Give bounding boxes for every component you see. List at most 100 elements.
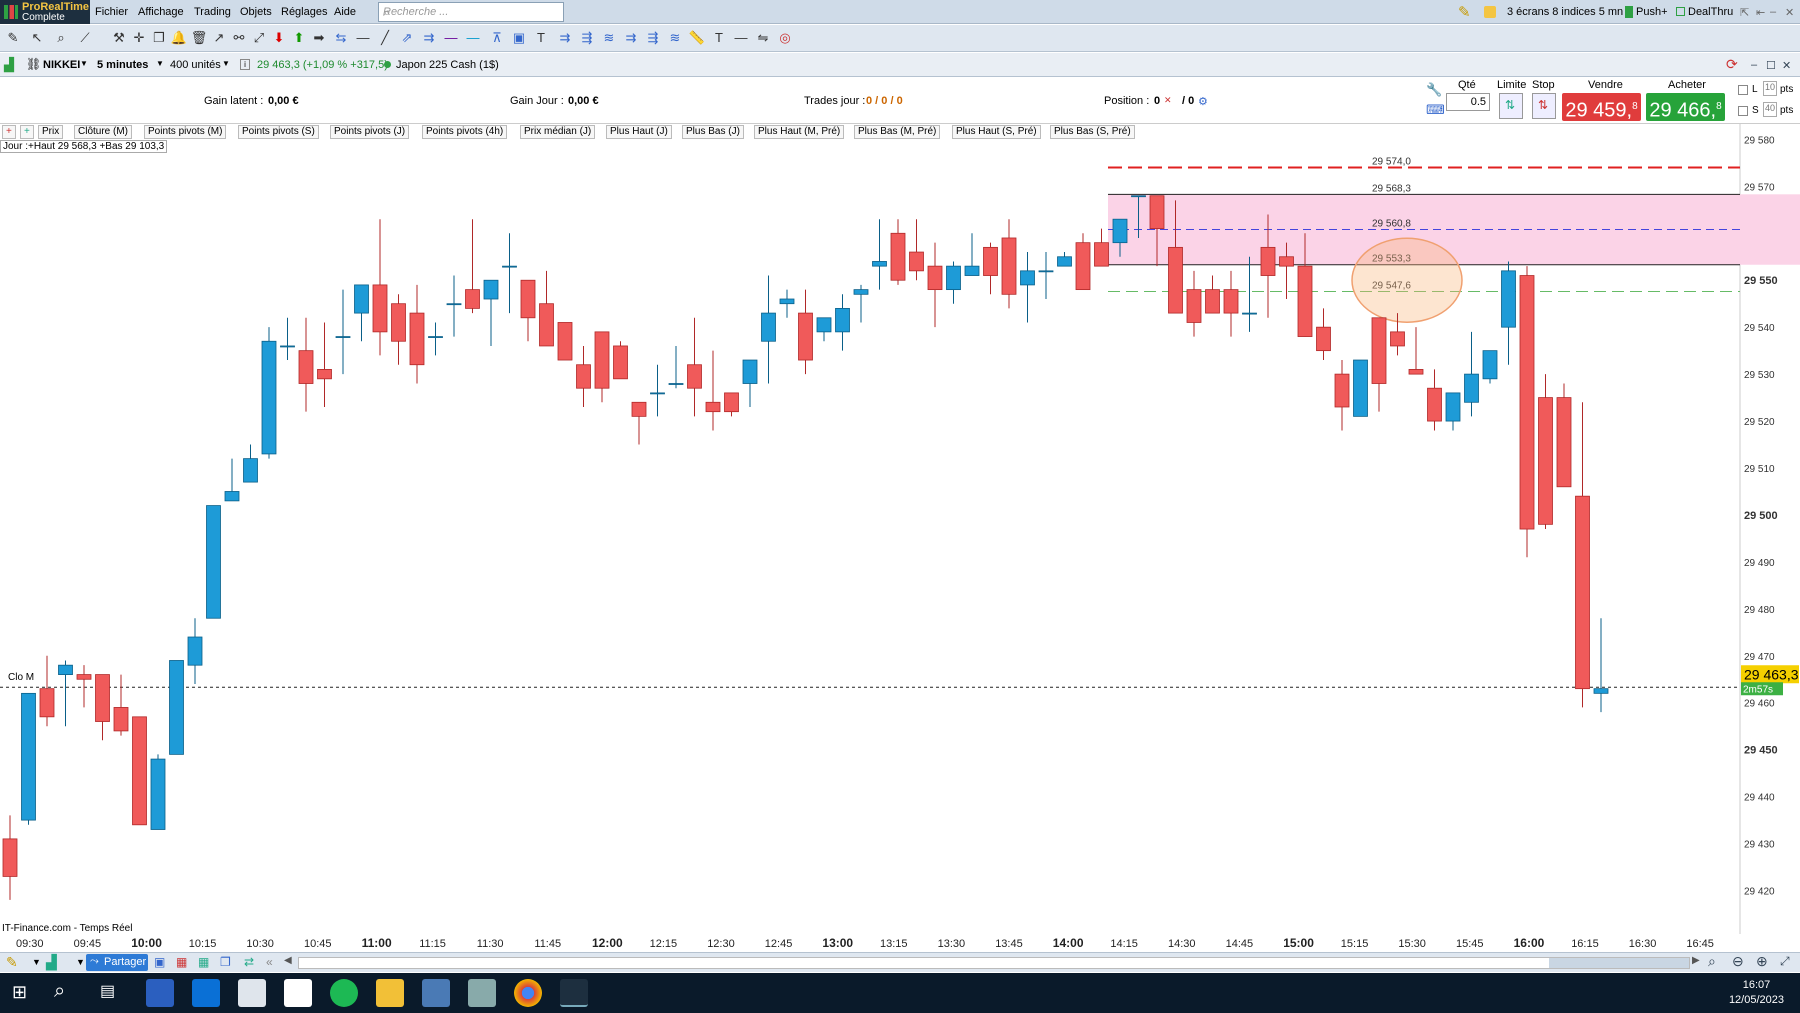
file-explorer-icon[interactable] xyxy=(376,979,404,1007)
draw-mode-icon[interactable]: ✎ xyxy=(6,954,18,971)
arrow-up-icon[interactable]: ⬆ xyxy=(290,29,308,47)
limit-order-button[interactable]: ⇅ xyxy=(1499,93,1523,119)
menu-affichage[interactable]: Affichage xyxy=(138,6,184,18)
legend-plus-haut-m[interactable]: Plus Haut (M, Pré) xyxy=(754,125,845,139)
text-icon[interactable]: T xyxy=(532,29,550,47)
push-label[interactable]: Push+ xyxy=(1636,6,1668,18)
export-icon[interactable]: ⇄ xyxy=(244,955,254,969)
layout-label[interactable]: 3 écrans 8 indices 5 mn xyxy=(1507,6,1623,18)
measure-icon[interactable]: ⇶ xyxy=(644,29,662,47)
scrollbar-thumb[interactable] xyxy=(1549,958,1689,968)
legend-pivots-4h[interactable]: Points pivots (4h) xyxy=(422,125,508,139)
trendline-icon[interactable]: ╱ xyxy=(376,29,394,47)
order-line-icon[interactable]: ⇋ xyxy=(754,29,772,47)
legend-plus-bas-m[interactable]: Plus Bas (M, Pré) xyxy=(854,125,941,139)
window-minimize-icon[interactable]: – xyxy=(1751,59,1757,71)
line-tool-icon[interactable]: ↗ xyxy=(210,29,228,47)
horizontal-scrollbar[interactable] xyxy=(298,957,1690,969)
regression-icon[interactable]: ⊼ xyxy=(488,29,506,47)
dealthru-checkbox[interactable] xyxy=(1676,7,1685,16)
hline-icon[interactable]: — xyxy=(354,29,372,47)
arrow-right-icon[interactable]: ➡ xyxy=(310,29,328,47)
gann-icon[interactable]: ⇶ xyxy=(578,29,596,47)
zoom-out-icon[interactable]: ⊖ xyxy=(1732,953,1744,970)
s-pts-input[interactable]: 40 xyxy=(1763,102,1777,117)
chrome-icon[interactable] xyxy=(514,979,542,1007)
l-pts-input[interactable]: 10 xyxy=(1763,81,1777,96)
segment-icon[interactable]: ⚯ xyxy=(230,29,248,47)
legend-cloture-m[interactable]: Clôture (M) xyxy=(74,125,133,139)
menu-reglages[interactable]: Réglages xyxy=(281,6,327,18)
restore-icon[interactable]: ⇱ xyxy=(1740,6,1749,19)
pin-icon[interactable]: ⇤ xyxy=(1756,6,1765,19)
chevron-down-icon[interactable]: ▼ xyxy=(156,59,164,68)
dealthru-label[interactable]: DealThru xyxy=(1688,6,1733,18)
share-button[interactable]: ⤳ Partager xyxy=(86,954,148,971)
s-checkbox[interactable] xyxy=(1738,106,1748,116)
close-icon[interactable]: ✕ xyxy=(1785,6,1794,19)
explorer-drive-icon[interactable] xyxy=(238,979,266,1007)
legend-prix[interactable]: Prix xyxy=(38,125,64,139)
menu-objets[interactable]: Objets xyxy=(240,6,272,18)
search-input[interactable]: Recherche ... ⌕ xyxy=(378,2,564,22)
legend-plus-bas-j[interactable]: Plus Bas (J) xyxy=(682,125,744,139)
task-view-icon[interactable]: ▤ xyxy=(100,981,115,1001)
period-select[interactable]: 5 minutes xyxy=(97,59,148,71)
alert-icon[interactable]: ✎ xyxy=(1458,3,1471,21)
fan-icon[interactable]: ⇉ xyxy=(556,29,574,47)
window-maximize-icon[interactable]: ☐ xyxy=(1766,59,1776,72)
legend-prix-median[interactable]: Prix médian (J) xyxy=(520,125,596,139)
legend-plus-haut-j[interactable]: Plus Haut (J) xyxy=(606,125,672,139)
info-icon[interactable]: i xyxy=(240,59,250,70)
hline2-icon[interactable]: — xyxy=(732,29,750,47)
menu-trading[interactable]: Trading xyxy=(194,6,231,18)
app-blue-icon[interactable] xyxy=(192,979,220,1007)
window-close-icon[interactable]: ✕ xyxy=(1782,59,1791,72)
store-icon[interactable] xyxy=(284,979,312,1007)
bell-icon[interactable]: 🔔 xyxy=(170,29,188,47)
price-chart[interactable]: 29 58029 57029 56029 55029 54029 53029 5… xyxy=(0,124,1800,934)
calculator-icon[interactable] xyxy=(422,979,450,1007)
ray-icon[interactable]: ⤢ xyxy=(250,29,268,47)
hline-color-icon[interactable]: — xyxy=(442,29,460,47)
arc-icon[interactable]: ≋ xyxy=(666,29,684,47)
window-icon[interactable]: ❐ xyxy=(220,955,231,969)
legend-plus-bas-s[interactable]: Plus Bas (S, Pré) xyxy=(1050,125,1135,139)
zoom-icon[interactable]: ⌕ xyxy=(52,29,70,47)
screenshot-icon[interactable]: ▣ xyxy=(154,955,165,969)
chevron-down-icon[interactable]: ▼ xyxy=(32,957,41,967)
instrument-select[interactable]: NIKKEI xyxy=(43,59,80,71)
elliott-icon[interactable]: ⇉ xyxy=(622,29,640,47)
quantity-input[interactable]: 0.5 xyxy=(1446,93,1490,111)
sell-button[interactable]: 29 459,8 xyxy=(1562,93,1641,122)
trash-icon[interactable]: 🗑 xyxy=(190,29,208,47)
cursor-icon[interactable]: ↖ xyxy=(28,29,46,47)
legend-pivots-s[interactable]: Points pivots (S) xyxy=(238,125,319,139)
pencil-icon[interactable]: ✎ xyxy=(4,29,22,47)
pitchfork-icon[interactable]: ⇉ xyxy=(420,29,438,47)
refresh-icon[interactable]: ⟳ xyxy=(1726,56,1738,73)
zoom-auto-icon[interactable]: ⌕ xyxy=(1708,953,1716,970)
position-close-icon[interactable]: ✕ xyxy=(1164,95,1172,106)
word-icon[interactable] xyxy=(146,979,174,1007)
windows-start-icon[interactable]: ⊞ xyxy=(12,982,27,1003)
add-chart-icon[interactable]: ▟ xyxy=(46,954,57,971)
scroll-left-icon[interactable]: ◀ xyxy=(284,955,292,966)
calendar-icon[interactable]: ▦ xyxy=(176,955,187,969)
ruler2-icon[interactable]: 📏 xyxy=(688,29,706,47)
zoom-all-icon[interactable]: ⤢ xyxy=(1780,954,1790,969)
crosshair-icon[interactable]: ✛ xyxy=(130,29,148,47)
link-icon[interactable]: ⛓ xyxy=(26,57,41,71)
keyboard-icon[interactable]: ⌨ xyxy=(1426,102,1445,118)
buy-button[interactable]: 29 466,8 xyxy=(1646,93,1725,122)
zoom-in-icon[interactable]: ⊕ xyxy=(1756,953,1768,970)
alarm-icon[interactable]: ◎ xyxy=(776,29,794,47)
add-indicator-icon[interactable]: + xyxy=(2,125,16,139)
minimize-icon[interactable]: – xyxy=(1770,6,1776,18)
copy-icon[interactable]: ❐ xyxy=(150,29,168,47)
hline-blue-icon[interactable]: — xyxy=(464,29,482,47)
add-indicator-icon[interactable]: + xyxy=(20,125,34,139)
search-icon[interactable]: ⌕ xyxy=(54,980,65,1003)
collapse-icon[interactable]: « xyxy=(266,955,273,969)
chevron-down-icon[interactable]: ▼ xyxy=(80,59,88,68)
